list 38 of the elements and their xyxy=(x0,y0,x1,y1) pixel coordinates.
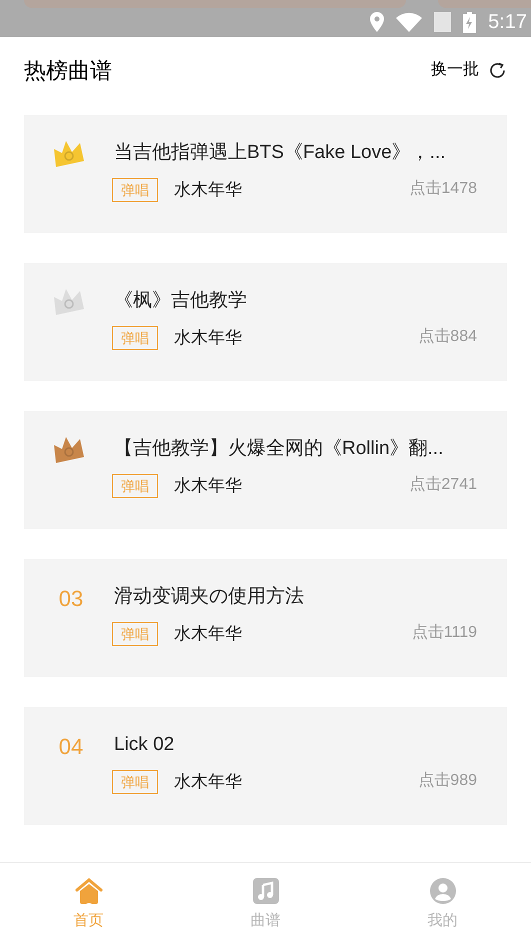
song-title: 《枫》吉他教学 xyxy=(114,289,248,313)
tag: 弹唱 xyxy=(112,178,158,202)
song-title: 滑动变调夹の使用方法 xyxy=(114,585,305,609)
song-title: 当吉他指弹遇上BTS《Fake Love》，... xyxy=(114,141,447,165)
song-title: Lick 02 xyxy=(114,733,176,757)
location-icon xyxy=(370,12,384,32)
song-card[interactable]: 《枫》吉他教学 弹唱 水木年华 点击884 xyxy=(24,263,507,381)
rank-number: 04 xyxy=(58,733,84,761)
refresh-icon xyxy=(489,62,506,78)
author-name: 水木年华 xyxy=(174,327,242,349)
author-name: 水木年华 xyxy=(174,475,242,497)
wifi-icon xyxy=(396,12,422,32)
click-count: 点击2741 xyxy=(409,474,477,495)
author-name: 水木年华 xyxy=(174,179,242,201)
music-note-icon xyxy=(252,878,278,904)
profile-icon xyxy=(430,878,456,904)
rank-number: 03 xyxy=(58,585,84,613)
song-card[interactable]: 03 滑动变调夹の使用方法 弹唱 水木年华 点击1119 xyxy=(24,559,507,677)
section-title: 热榜曲谱 xyxy=(24,56,112,84)
click-count: 点击989 xyxy=(418,770,477,791)
home-icon xyxy=(74,878,102,904)
author-name: 水木年华 xyxy=(174,623,242,645)
signal-icon xyxy=(434,12,452,32)
song-card[interactable]: 当吉他指弹遇上BTS《Fake Love》，... 弹唱 水木年华 点击1478 xyxy=(24,115,507,233)
tag: 弹唱 xyxy=(112,622,158,646)
tag: 弹唱 xyxy=(112,770,158,794)
click-count: 点击1119 xyxy=(412,622,477,643)
author-name: 水木年华 xyxy=(174,771,242,793)
click-count: 点击884 xyxy=(418,326,477,347)
click-count: 点击1478 xyxy=(409,178,477,199)
tag: 弹唱 xyxy=(112,326,158,350)
song-title: 【吉他教学】火爆全网的《Rollin》翻... xyxy=(114,437,444,461)
refresh-button[interactable]: 换一批 xyxy=(431,58,507,82)
status-time: 5:17 xyxy=(488,10,527,35)
tag: 弹唱 xyxy=(112,474,158,498)
song-card[interactable]: 04 Lick 02 弹唱 水木年华 点击989 xyxy=(24,707,507,825)
battery-icon xyxy=(463,12,476,32)
song-card[interactable]: 【吉他教学】火爆全网的《Rollin》翻... 弹唱 水木年华 点击2741 xyxy=(24,411,507,529)
